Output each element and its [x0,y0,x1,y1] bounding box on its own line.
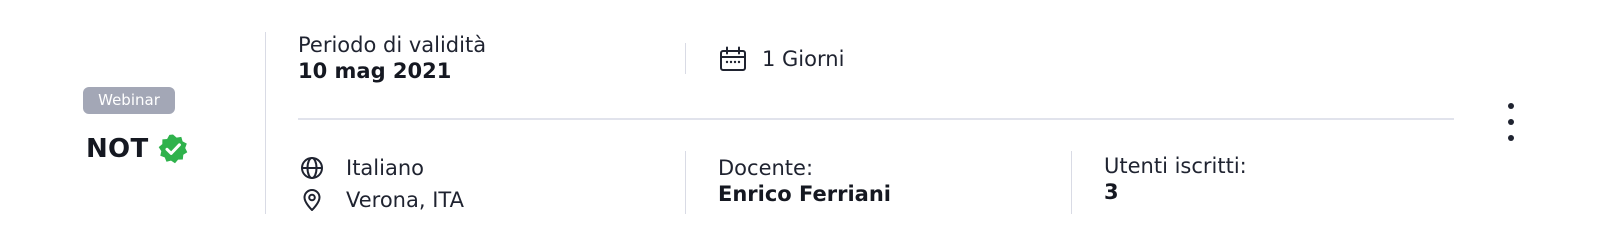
calendar-icon [719,46,747,72]
more-vertical-icon [1508,103,1514,109]
separator-bottom-middle [685,151,686,214]
teacher-label: Docente: [718,156,814,180]
location-pin-icon [300,188,324,212]
teacher-name: Enrico Ferriani [718,182,892,206]
language-row: Italiano [300,152,464,184]
course-code: NOT [86,131,189,167]
course-identity: Webinar NOT [0,0,266,250]
separator-top-middle [685,43,686,74]
enrolled-users: Utenti iscritti: 3 [1104,153,1247,206]
duration-text: 1 Giorni [762,47,845,71]
more-options-button[interactable] [1500,103,1522,141]
enrolled-users-count: 3 [1104,180,1119,204]
verified-badge-icon [157,133,189,165]
globe-icon [300,156,324,180]
validity-label: Periodo di validità [298,33,487,57]
separator-left [265,32,266,214]
enrolled-users-label: Utenti iscritti: [1104,154,1247,178]
language-location: Italiano Verona, ITA [300,152,464,216]
course-code-text: NOT [86,134,149,164]
location-text: Verona, ITA [346,188,464,212]
location-row: Verona, ITA [300,184,464,216]
duration: 1 Giorni [719,44,844,74]
validity-value: 10 mag 2021 [298,59,452,83]
horizontal-divider [298,118,1454,120]
language-text: Italiano [346,156,424,180]
course-type-badge: Webinar [83,87,175,114]
separator-bottom-right [1071,151,1072,214]
validity-period: Periodo di validità 10 mag 2021 [298,33,486,85]
teacher: Docente: Enrico Ferriani [718,155,891,208]
